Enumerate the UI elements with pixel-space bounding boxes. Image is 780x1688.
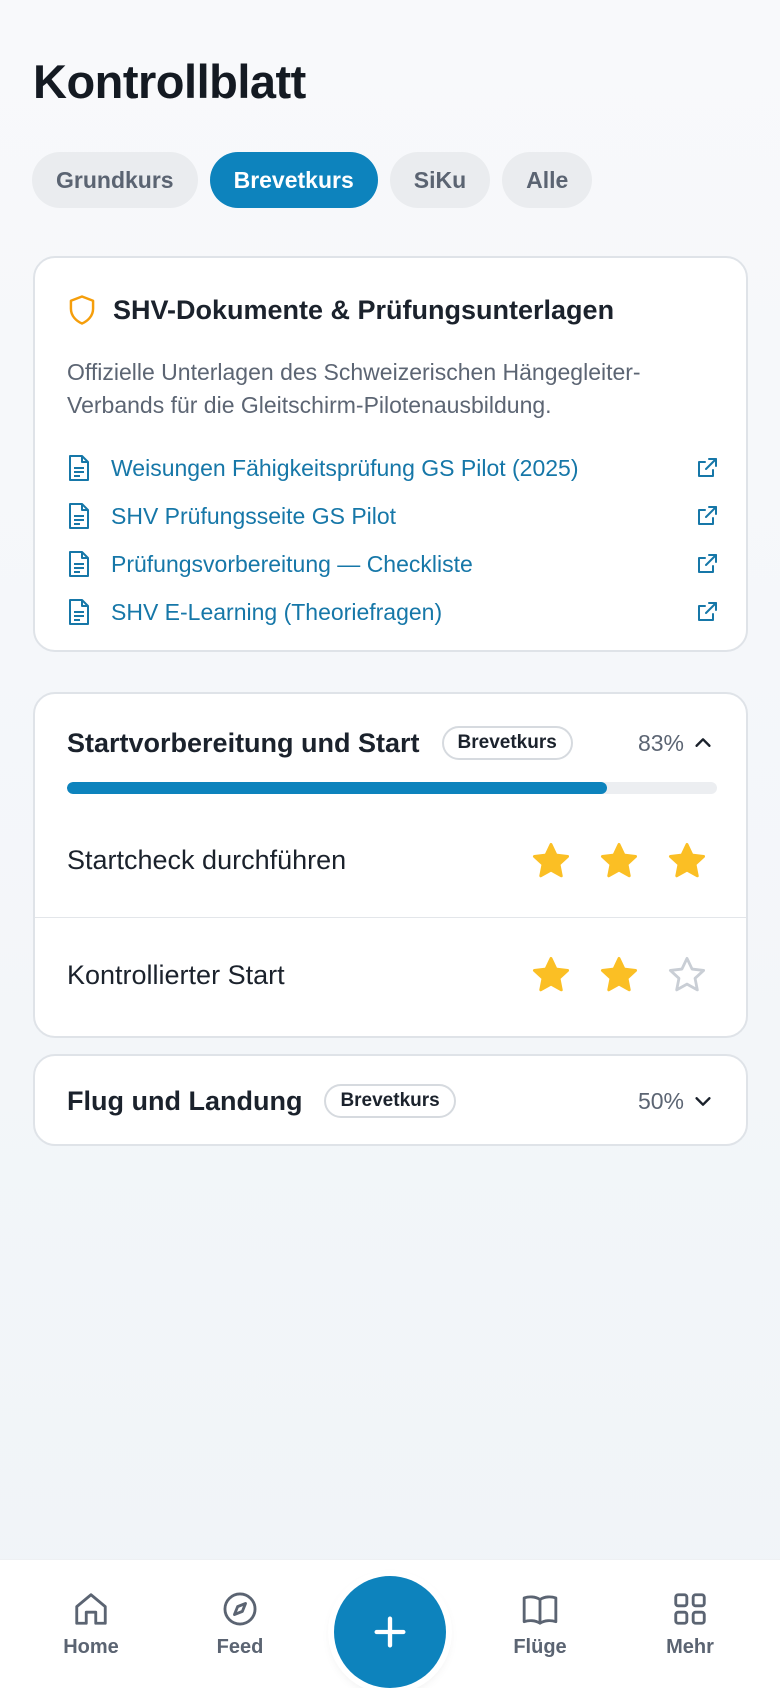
external-link-icon [695,504,719,528]
grid-icon [671,1590,709,1628]
nav-label-mehr: Mehr [666,1636,714,1658]
shield-icon [67,294,97,326]
tab-alle[interactable]: Alle [502,152,593,208]
external-link-icon [695,552,719,576]
nav-item-feed[interactable]: Feed [185,1590,295,1659]
chevron-up-icon[interactable] [692,732,714,754]
section-percent: 50% [637,1087,684,1114]
skill-name: Startcheck durchführen [67,845,347,875]
document-link-label: Weisungen Fähigkeitsprüfung GS Pilot (20… [111,454,579,481]
nav-label-feed: Feed [216,1636,264,1658]
document-link[interactable]: SHV Prüfungsseite GS Pilot [67,492,719,540]
skill-row: Startcheck durchführen [35,804,746,918]
star-filled-icon[interactable] [666,840,708,882]
tab-grundkurs[interactable]: Grundkurs [32,152,198,208]
document-link[interactable]: Weisungen Fähigkeitsprüfung GS Pilot (20… [67,444,719,492]
progress-fill [67,782,607,794]
documents-header: SHV-Dokumente & Prüfungsunterlagen [67,294,614,326]
star-filled-icon[interactable] [530,840,572,882]
section-header[interactable]: Startvorbereitung und Start Brevetkurs 8… [67,722,714,764]
book-icon [520,1590,560,1628]
section-title: Flug und Landung [67,1085,303,1116]
documents-description: Offizielle Unterlagen des Schweizerische… [67,359,641,418]
skill-name: Kontrollierter Start [67,959,285,990]
tab-siku[interactable]: SiKu [389,152,491,208]
add-flight-button[interactable] [334,1576,446,1688]
section-startvorbereitung: Startvorbereitung und Start Brevetkurs 8… [33,692,748,1038]
home-icon [72,1590,110,1628]
external-link-icon [695,600,719,624]
section-title: Startvorbereitung und Start [67,727,420,758]
tab-brevetkurs[interactable]: Brevetkurs [209,152,378,208]
documents-link-list: Weisungen Fähigkeitsprüfung GS Pilot (20… [67,444,719,636]
document-link-label: SHV Prüfungsseite GS Pilot [111,502,397,529]
document-icon [67,550,95,578]
external-link-icon [695,456,719,480]
document-icon [67,502,95,530]
star-filled-icon[interactable] [598,954,640,996]
star-filled-icon[interactable] [530,954,572,996]
document-icon [67,598,95,626]
section-flug-und-landung[interactable]: Flug und Landung Brevetkurs 50% [33,1054,748,1146]
course-filter-tabs: Grundkurs Brevetkurs SiKu Alle [32,152,593,208]
nav-label-home: Home [63,1636,119,1658]
nav-label-fluege: Flüge [513,1636,567,1658]
skill-row: Kontrollierter Start [35,918,746,1032]
document-link[interactable]: SHV E-Learning (Theoriefragen) [67,588,719,636]
page-title: Kontrollblatt [33,55,306,108]
star-empty-icon[interactable] [666,954,708,996]
course-badge: Brevetkurs [441,726,573,760]
document-link[interactable]: Prüfungsvorbereitung — Checkliste [67,540,719,588]
skill-rating [530,840,708,882]
compass-icon [221,1590,259,1628]
nav-item-fluege[interactable]: Flüge [485,1590,595,1659]
course-badge: Brevetkurs [324,1084,456,1118]
section-header[interactable]: Flug und Landung Brevetkurs 50% [67,1080,714,1122]
nav-item-home[interactable]: Home [36,1590,146,1659]
document-icon [67,454,95,482]
shv-documents-card: SHV-Dokumente & Prüfungsunterlagen Offiz… [33,256,748,652]
section-progress-bar [67,782,717,794]
skill-rating [530,954,708,996]
section-percent: 83% [637,729,684,756]
documents-title: SHV-Dokumente & Prüfungsunterlagen [113,294,615,325]
star-filled-icon[interactable] [598,840,640,882]
kontrollblatt-page: Kontrollblatt Grundkurs Brevetkurs SiKu … [0,0,780,1688]
chevron-down-icon[interactable] [692,1090,714,1112]
document-link-label: SHV E-Learning (Theoriefragen) [111,598,443,625]
document-link-label: Prüfungsvorbereitung — Checkliste [111,550,473,577]
plus-icon [370,1612,410,1652]
nav-item-mehr[interactable]: Mehr [635,1590,745,1659]
